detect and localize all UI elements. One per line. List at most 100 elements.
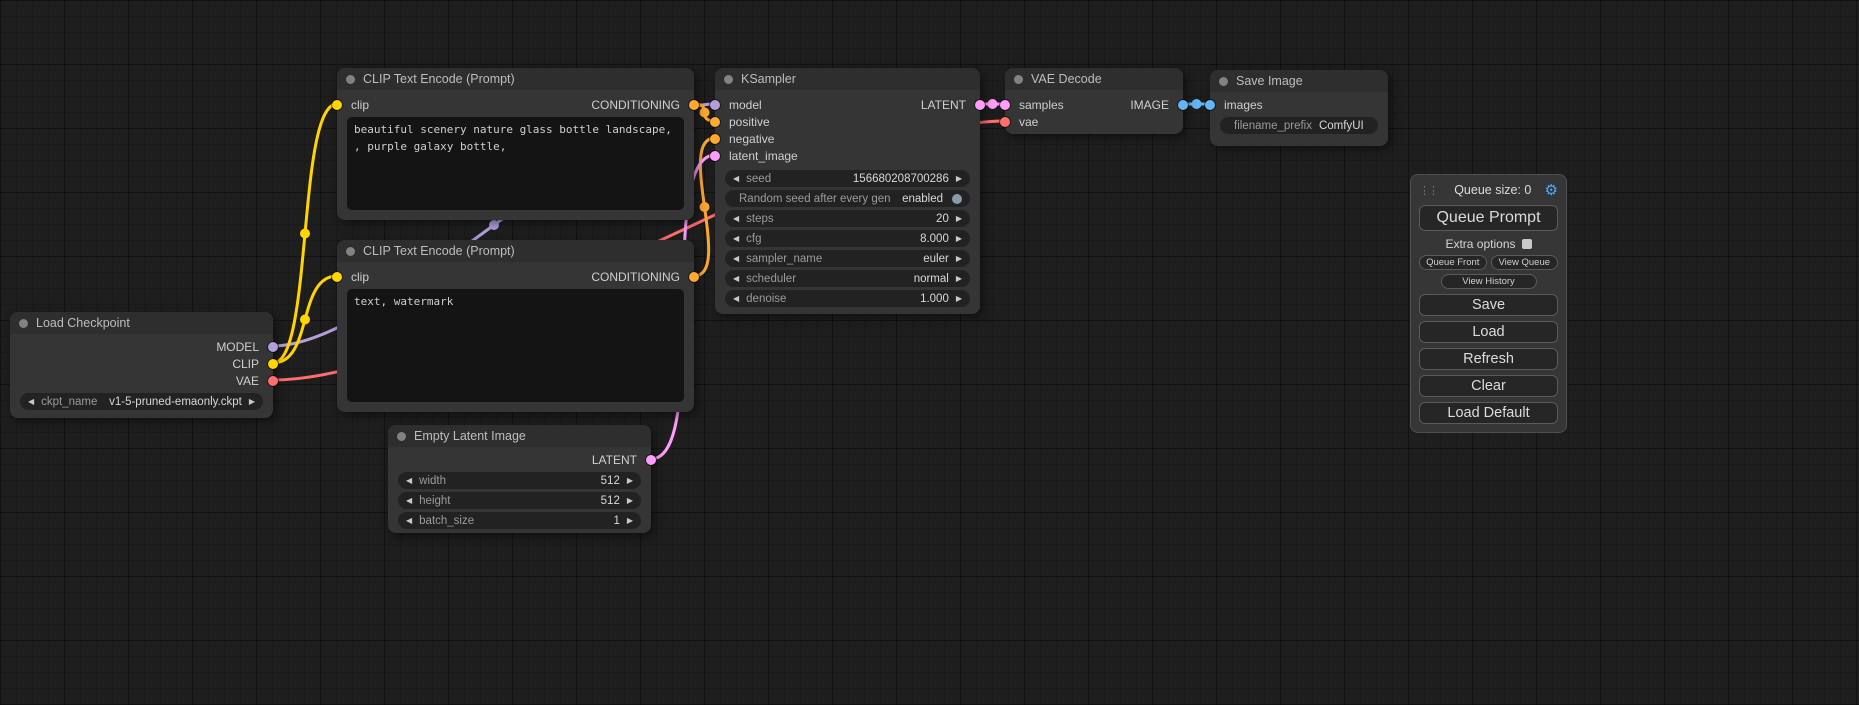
save-button[interactable]: Save (1419, 294, 1558, 316)
extra-options-checkbox[interactable] (1522, 239, 1532, 249)
node-clip-text-encode-positive[interactable]: CLIP Text Encode (Prompt) clip CONDITION… (337, 68, 694, 220)
slot-label: negative (729, 132, 774, 146)
collapse-dot-icon[interactable] (1219, 77, 1228, 86)
decrement-icon[interactable]: ◀ (733, 295, 739, 303)
extra-options-row: Extra options (1419, 237, 1558, 251)
clip-input-dot[interactable] (332, 272, 342, 282)
clip-output-dot[interactable] (268, 359, 278, 369)
widget-label: sampler_name (746, 253, 822, 265)
decrement-icon[interactable]: ◀ (733, 235, 739, 243)
load-button[interactable]: Load (1419, 321, 1558, 343)
queue-panel-header: ⋮⋮ Queue size: 0 ⚙ (1419, 180, 1558, 200)
decrement-icon[interactable]: ◀ (733, 215, 739, 223)
node-titlebar[interactable]: CLIP Text Encode (Prompt) (337, 68, 694, 90)
increment-icon[interactable]: ▶ (627, 477, 633, 485)
node-titlebar[interactable]: Empty Latent Image (388, 425, 651, 447)
vae-output-dot[interactable] (268, 376, 278, 386)
node-titlebar[interactable]: CLIP Text Encode (Prompt) (337, 240, 694, 262)
model-input-dot[interactable] (710, 100, 720, 110)
node-titlebar[interactable]: Load Checkpoint (10, 312, 273, 334)
node-ksampler[interactable]: KSampler model LATENT positive negative … (715, 68, 980, 314)
node-save-image[interactable]: Save Image images filename_prefix ComfyU… (1210, 70, 1388, 146)
increment-icon[interactable]: ▶ (627, 497, 633, 505)
view-queue-button[interactable]: View Queue (1491, 255, 1559, 270)
next-value-icon[interactable]: ▶ (956, 255, 962, 263)
decrement-icon[interactable]: ◀ (406, 477, 412, 485)
refresh-button[interactable]: Refresh (1419, 348, 1558, 370)
clear-button[interactable]: Clear (1419, 375, 1558, 397)
toggle-knob-icon[interactable] (952, 194, 962, 204)
slot-label: CLIP (232, 357, 259, 371)
node-titlebar[interactable]: Save Image (1210, 70, 1388, 92)
vae-input-dot[interactable] (1000, 117, 1010, 127)
model-output-dot[interactable] (268, 342, 278, 352)
width-widget[interactable]: ◀ width 512 ▶ (398, 472, 641, 489)
widget-label: denoise (746, 293, 786, 305)
images-input-dot[interactable] (1205, 100, 1215, 110)
filename-prefix-widget[interactable]: filename_prefix ComfyUI (1220, 117, 1378, 134)
ckpt-name-widget[interactable]: ◀ ckpt_name v1-5-pruned-emaonly.ckpt ▶ (20, 393, 263, 410)
node-clip-text-encode-negative[interactable]: CLIP Text Encode (Prompt) clip CONDITION… (337, 240, 694, 412)
collapse-dot-icon[interactable] (397, 432, 406, 441)
node-vae-decode[interactable]: VAE Decode samples IMAGE vae (1005, 68, 1183, 134)
latent-output-dot[interactable] (646, 455, 656, 465)
slot-label: clip (351, 270, 369, 284)
queue-prompt-button[interactable]: Queue Prompt (1419, 205, 1558, 231)
seed-widget[interactable]: ◀ seed 156680208700286 ▶ (725, 170, 970, 187)
height-widget[interactable]: ◀ height 512 ▶ (398, 492, 641, 509)
decrement-icon[interactable]: ◀ (406, 517, 412, 525)
increment-icon[interactable]: ▶ (956, 235, 962, 243)
collapse-dot-icon[interactable] (1014, 75, 1023, 84)
prev-value-icon[interactable]: ◀ (28, 398, 34, 406)
queue-front-button[interactable]: Queue Front (1419, 255, 1487, 270)
latent-output-dot[interactable] (975, 100, 985, 110)
cfg-widget[interactable]: ◀ cfg 8.000 ▶ (725, 230, 970, 247)
settings-gear-icon[interactable]: ⚙ (1545, 183, 1558, 198)
batch-size-widget[interactable]: ◀ batch_size 1 ▶ (398, 512, 641, 529)
positive-input-dot[interactable] (710, 117, 720, 127)
clip-input-dot[interactable] (332, 100, 342, 110)
widget-value: 1 (613, 515, 619, 527)
increment-icon[interactable]: ▶ (956, 175, 962, 183)
image-output-dot[interactable] (1178, 100, 1188, 110)
random-seed-toggle-widget[interactable]: Random seed after every gen enabled (725, 190, 970, 207)
slot-row: negative (715, 130, 980, 147)
negative-input-dot[interactable] (710, 134, 720, 144)
collapse-dot-icon[interactable] (346, 75, 355, 84)
decrement-icon[interactable]: ◀ (406, 497, 412, 505)
next-value-icon[interactable]: ▶ (249, 398, 255, 406)
view-history-button[interactable]: View History (1441, 274, 1537, 289)
collapse-dot-icon[interactable] (724, 75, 733, 84)
next-value-icon[interactable]: ▶ (956, 275, 962, 283)
sampler-name-widget[interactable]: ◀ sampler_name euler ▶ (725, 250, 970, 267)
prev-value-icon[interactable]: ◀ (733, 255, 739, 263)
steps-widget[interactable]: ◀ steps 20 ▶ (725, 210, 970, 227)
node-graph-canvas[interactable]: Load Checkpoint MODEL CLIP VAE ◀ ckpt_na… (0, 0, 1859, 705)
output-slot-clip: CLIP (10, 355, 273, 372)
node-title: CLIP Text Encode (Prompt) (363, 72, 515, 86)
node-titlebar[interactable]: KSampler (715, 68, 980, 90)
latent-image-input-dot[interactable] (710, 151, 720, 161)
conditioning-output-dot[interactable] (689, 272, 699, 282)
decrement-icon[interactable]: ◀ (733, 175, 739, 183)
slot-label: LATENT (592, 453, 637, 467)
prev-value-icon[interactable]: ◀ (733, 275, 739, 283)
increment-icon[interactable]: ▶ (956, 215, 962, 223)
node-load-checkpoint[interactable]: Load Checkpoint MODEL CLIP VAE ◀ ckpt_na… (10, 312, 273, 418)
node-empty-latent-image[interactable]: Empty Latent Image LATENT ◀ width 512 ▶ … (388, 425, 651, 533)
widget-value: euler (923, 253, 949, 265)
denoise-widget[interactable]: ◀ denoise 1.000 ▶ (725, 290, 970, 307)
positive-prompt-textarea[interactable]: beautiful scenery nature glass bottle la… (347, 117, 684, 210)
increment-icon[interactable]: ▶ (627, 517, 633, 525)
increment-icon[interactable]: ▶ (956, 295, 962, 303)
node-titlebar[interactable]: VAE Decode (1005, 68, 1183, 90)
collapse-dot-icon[interactable] (19, 319, 28, 328)
load-default-button[interactable]: Load Default (1419, 402, 1558, 424)
negative-prompt-textarea[interactable]: text, watermark (347, 289, 684, 402)
conditioning-output-dot[interactable] (689, 100, 699, 110)
queue-panel[interactable]: ⋮⋮ Queue size: 0 ⚙ Queue Prompt Extra op… (1410, 174, 1567, 433)
collapse-dot-icon[interactable] (346, 247, 355, 256)
scheduler-widget[interactable]: ◀ scheduler normal ▶ (725, 270, 970, 287)
samples-input-dot[interactable] (1000, 100, 1010, 110)
drag-handle-icon[interactable]: ⋮⋮ (1419, 184, 1441, 197)
